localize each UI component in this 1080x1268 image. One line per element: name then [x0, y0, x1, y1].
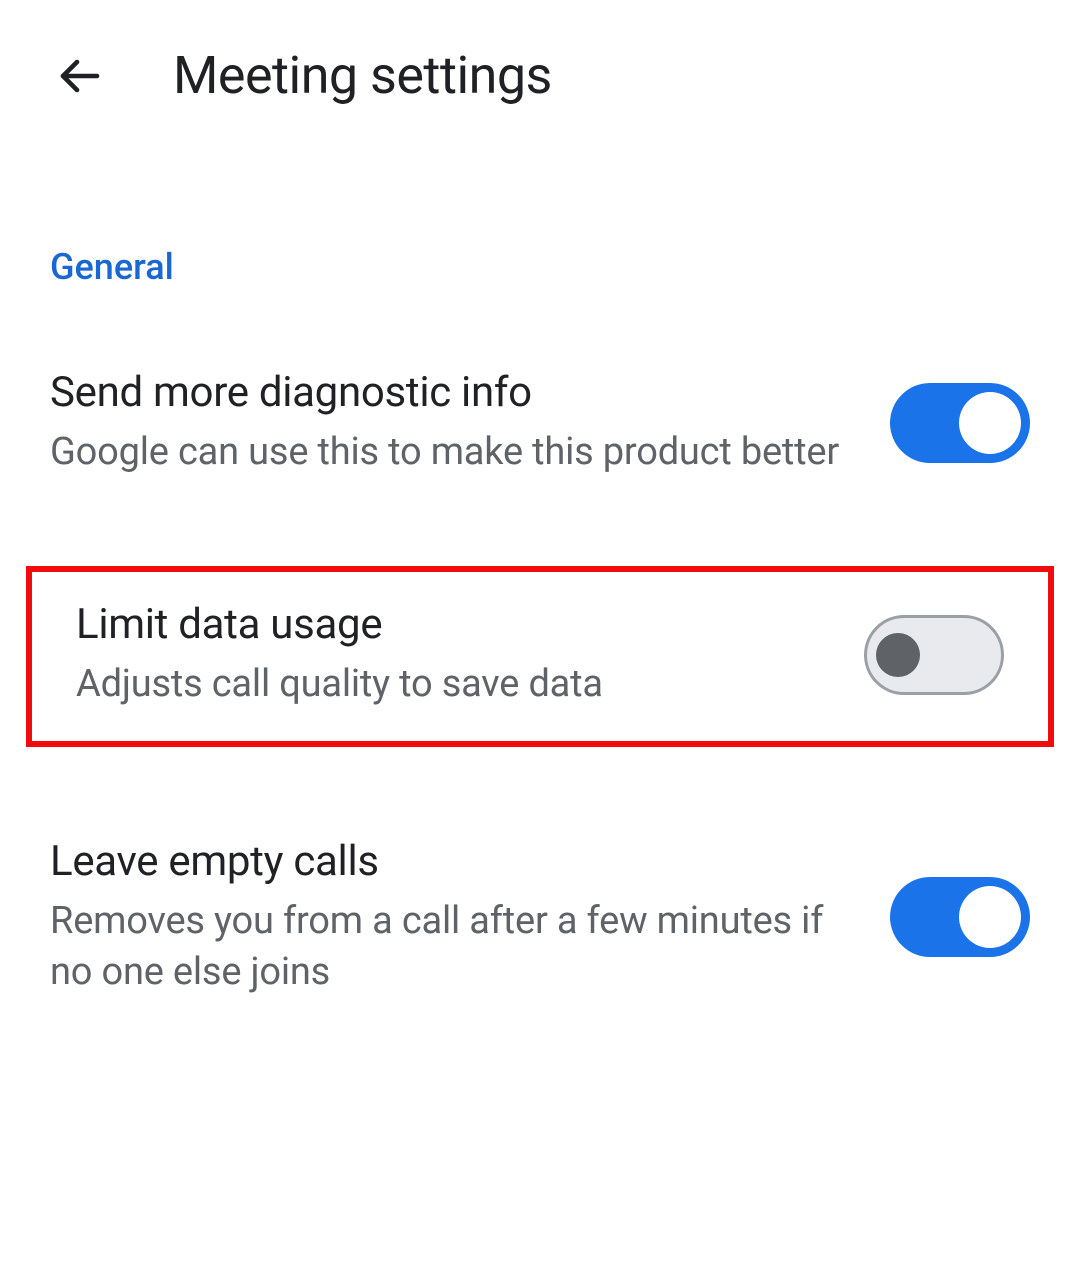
setting-subtitle: Removes you from a call after a few minu…: [50, 896, 850, 999]
back-button[interactable]: [55, 52, 103, 100]
setting-subtitle: Adjusts call quality to save data: [76, 659, 824, 710]
arrow-left-icon: [55, 52, 103, 100]
setting-text: Send more diagnostic info Google can use…: [50, 368, 890, 478]
setting-subtitle: Google can use this to make this product…: [50, 427, 850, 478]
toggle-diagnostic-info[interactable]: [890, 383, 1030, 463]
toggle-leave-empty-calls[interactable]: [890, 877, 1030, 957]
toggle-thumb: [959, 392, 1021, 454]
setting-text: Leave empty calls Removes you from a cal…: [50, 837, 890, 999]
toggle-limit-data-usage[interactable]: [864, 615, 1004, 695]
toggle-thumb: [959, 886, 1021, 948]
section-header-general: General: [0, 146, 1080, 318]
setting-title: Send more diagnostic info: [50, 368, 850, 417]
toggle-thumb: [876, 633, 920, 677]
setting-title: Limit data usage: [76, 600, 824, 649]
setting-text: Limit data usage Adjusts call quality to…: [76, 600, 864, 710]
setting-title: Leave empty calls: [50, 837, 850, 886]
page-title: Meeting settings: [173, 45, 552, 106]
header: Meeting settings: [0, 0, 1080, 146]
setting-limit-data-usage[interactable]: Limit data usage Adjusts call quality to…: [26, 566, 1054, 746]
setting-diagnostic-info[interactable]: Send more diagnostic info Google can use…: [0, 318, 1080, 526]
setting-leave-empty-calls[interactable]: Leave empty calls Removes you from a cal…: [0, 787, 1080, 1047]
